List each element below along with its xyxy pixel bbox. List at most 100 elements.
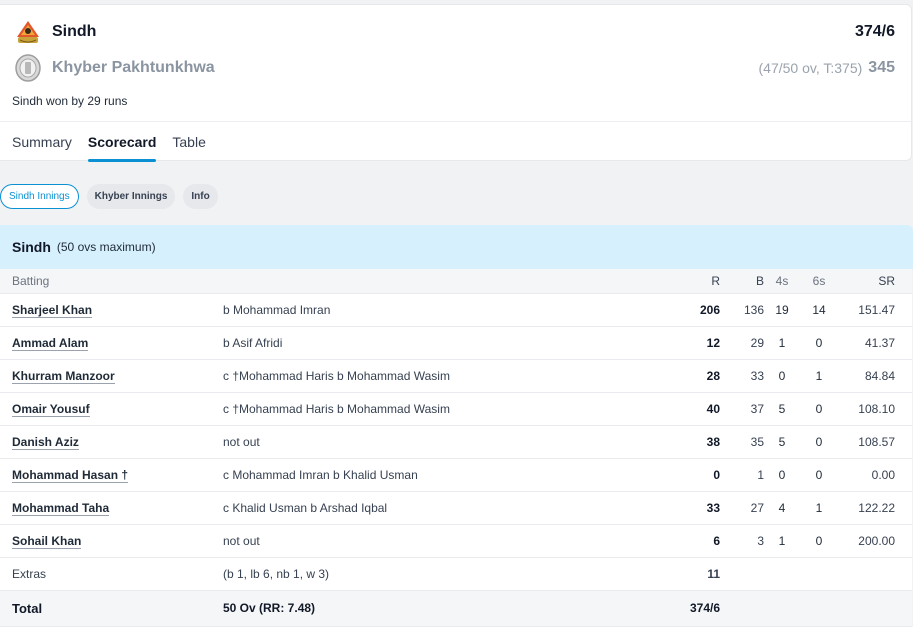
batter-name-cell: Sohail Khan [0, 524, 223, 558]
innings-header: Sindh (50 ovs maximum) [0, 225, 913, 269]
fours: 1 [764, 326, 800, 360]
balls: 35 [720, 425, 764, 459]
player-link[interactable]: Mohammad Hasan † [12, 467, 129, 483]
strike-rate: 200.00 [838, 524, 912, 558]
runs: 0 [653, 458, 720, 492]
team2-name[interactable]: Khyber Pakhtunkhwa [52, 59, 215, 77]
sixes: 0 [800, 326, 838, 360]
runs: 12 [653, 326, 720, 360]
total-value: 374/6 [653, 590, 720, 627]
player-link[interactable]: Sohail Khan [12, 533, 82, 549]
player-link[interactable]: Omair Yousuf [12, 401, 90, 417]
fours: 1 [764, 524, 800, 558]
batter-row: Sohail Khan not out 6 3 1 0 200.00 [0, 524, 912, 558]
sixes: 0 [800, 425, 838, 459]
player-link[interactable]: Sharjeel Khan [12, 302, 93, 318]
balls: 1 [720, 458, 764, 492]
batter-name-cell: Mohammad Hasan † [0, 458, 223, 492]
header-balls: B [720, 269, 764, 294]
batter-name-cell: Sharjeel Khan [0, 293, 223, 327]
strike-rate: 41.37 [838, 326, 912, 360]
team1-score: 374/6 [854, 23, 895, 40]
extras-value: 11 [653, 557, 720, 591]
balls: 136 [720, 293, 764, 327]
total-label: Total [0, 590, 223, 627]
player-link[interactable]: Mohammad Taha [12, 500, 110, 516]
sindh-crest-icon [12, 16, 44, 48]
runs: 33 [653, 491, 720, 525]
tab-scorecard[interactable]: Scorecard [87, 122, 157, 162]
sixes: 0 [800, 524, 838, 558]
dismissal: not out [223, 425, 653, 459]
batter-row: Danish Aziz not out 38 35 5 0 108.57 [0, 425, 912, 459]
kp-crest-icon [12, 52, 44, 84]
fours: 5 [764, 392, 800, 426]
fours: 5 [764, 425, 800, 459]
fours: 0 [764, 359, 800, 393]
pill-sindh-innings[interactable]: Sindh Innings [0, 184, 79, 209]
balls: 37 [720, 392, 764, 426]
balls: 3 [720, 524, 764, 558]
player-link[interactable]: Ammad Alam [12, 335, 89, 351]
header-batting: Batting [0, 269, 223, 294]
header-dismissal [223, 269, 653, 294]
dismissal: not out [223, 524, 653, 558]
innings-selector: Sindh Innings Khyber Innings Info [0, 184, 218, 209]
total-detail: 50 Ov (RR: 7.48) [223, 590, 653, 627]
batter-name-cell: Ammad Alam [0, 326, 223, 360]
match-tabs: Summary Scorecard Table [12, 122, 222, 162]
match-header-card: Sindh 374/6 Khyber Pakhtunkhwa (47/50 ov… [0, 4, 912, 162]
header-sixes: 6s [800, 269, 838, 294]
balls: 27 [720, 491, 764, 525]
runs: 6 [653, 524, 720, 558]
sixes: 1 [800, 359, 838, 393]
strike-rate: 108.10 [838, 392, 912, 426]
batter-row: Sharjeel Khan b Mohammad Imran 206 136 19 14 1… [0, 293, 912, 327]
tab-summary[interactable]: Summary [12, 122, 72, 162]
batter-row: Mohammad Taha c Khalid Usman b Arshad Iqb… [0, 491, 912, 525]
innings-scorecard: Sindh (50 ovs maximum) Batting R B 4s 6s… [0, 225, 913, 627]
batting-header-row: Batting R B 4s 6s SR [0, 269, 912, 294]
sixes: 0 [800, 392, 838, 426]
team2-score: 345 [868, 59, 895, 76]
header-fours: 4s [764, 269, 800, 294]
match-result: Sindh won by 29 runs [12, 94, 128, 108]
sixes: 1 [800, 491, 838, 525]
team1-row: Sindh 374/6 [12, 17, 895, 47]
strike-rate: 108.57 [838, 425, 912, 459]
runs: 40 [653, 392, 720, 426]
pill-khyber-innings[interactable]: Khyber Innings [86, 184, 176, 209]
tab-table[interactable]: Table [172, 122, 205, 162]
dismissal: b Asif Afridi [223, 326, 653, 360]
batter-row: Mohammad Hasan † c Mohammad Imran b Khali… [0, 458, 912, 492]
team2-row: Khyber Pakhtunkhwa (47/50 ov, T:375) 345 [12, 53, 895, 83]
sixes: 14 [800, 293, 838, 327]
dismissal: b Mohammad Imran [223, 293, 653, 327]
innings-title: Sindh [12, 239, 51, 255]
batter-row: Khurram Manzoor c †Mohammad Haris b Moham… [0, 359, 912, 393]
header-runs: R [653, 269, 720, 294]
dismissal: c †Mohammad Haris b Mohammad Wasim [223, 359, 653, 393]
strike-rate: 122.22 [838, 491, 912, 525]
balls: 29 [720, 326, 764, 360]
batter-name-cell: Danish Aziz [0, 425, 223, 459]
dismissal: c †Mohammad Haris b Mohammad Wasim [223, 392, 653, 426]
batting-table: Batting R B 4s 6s SR Sharjeel Khan b Moha… [0, 269, 912, 627]
fours: 4 [764, 491, 800, 525]
sixes: 0 [800, 458, 838, 492]
team2-overs-info: (47/50 ov, T:375) [758, 60, 863, 76]
team1-name[interactable]: Sindh [52, 23, 96, 41]
pill-info[interactable]: Info [183, 184, 218, 209]
extras-row: Extras (b 1, lb 6, nb 1, w 3) 11 [0, 557, 912, 591]
runs: 206 [653, 293, 720, 327]
header-strike-rate: SR [838, 269, 912, 294]
batter-name-cell: Khurram Manzoor [0, 359, 223, 393]
runs: 38 [653, 425, 720, 459]
batter-row: Omair Yousuf c †Mohammad Haris b Mohammad… [0, 392, 912, 426]
player-link[interactable]: Danish Aziz [12, 434, 79, 450]
dismissal: c Mohammad Imran b Khalid Usman [223, 458, 653, 492]
fours: 19 [764, 293, 800, 327]
batter-name-cell: Mohammad Taha [0, 491, 223, 525]
strike-rate: 0.00 [838, 458, 912, 492]
player-link[interactable]: Khurram Manzoor [12, 368, 115, 384]
